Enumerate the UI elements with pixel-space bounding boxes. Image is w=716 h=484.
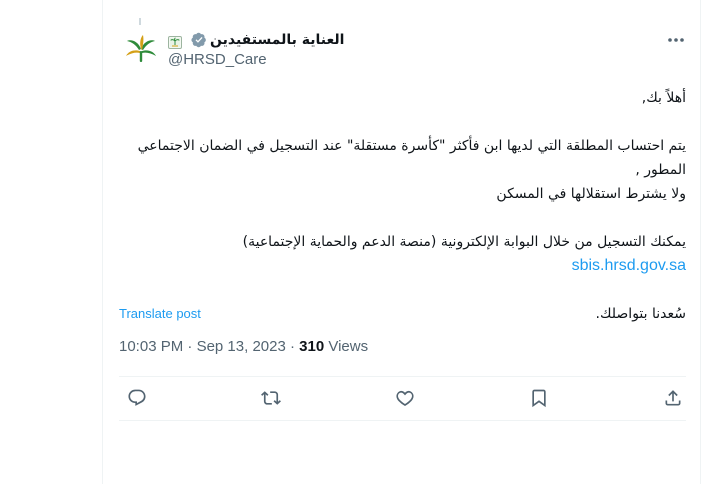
verified-badge-icon[interactable]	[191, 32, 207, 48]
heart-icon[interactable]	[393, 386, 417, 410]
tweet-closing: سُعدنا بتواصلك.	[595, 306, 686, 322]
hrsd-logo-icon	[126, 35, 156, 62]
meta-separator-1: ·	[187, 338, 193, 355]
avatar[interactable]	[121, 30, 161, 70]
action-bar	[119, 377, 686, 419]
meta-separator-2: ·	[289, 338, 295, 355]
tweet-paragraph1-line2: ولا يشترط استقلالها في المسكن	[496, 186, 686, 202]
author-handle[interactable]: @HRSD_Care	[168, 51, 267, 68]
tweet-column: العناية بالمستفيدين @HRSD_Care أهلاً بك,…	[102, 0, 701, 484]
tweet-greeting: أهلاً بك,	[641, 90, 686, 106]
thread-line	[139, 18, 141, 25]
bookmark-icon[interactable]	[527, 386, 551, 410]
tweet-link[interactable]: sbis.hrsd.gov.sa	[572, 257, 686, 274]
tweet-paragraph2-line1: يمكنك التسجيل من خلال البوابة الإلكتروني…	[242, 234, 686, 250]
tweet-meta: 10:03 PM · Sep 13, 2023 · 310 Views	[119, 338, 368, 355]
tweet-time[interactable]: 10:03 PM	[119, 338, 183, 355]
views-count: 310	[299, 338, 325, 355]
palm-tree-flag-icon	[168, 34, 182, 49]
share-icon[interactable]	[661, 386, 685, 410]
tweet-text: أهلاً بك, يتم احتساب المطلقة التي لديها …	[119, 86, 686, 326]
translate-post-link[interactable]: Translate post	[119, 306, 201, 321]
reply-icon[interactable]	[125, 386, 149, 410]
repost-icon[interactable]	[259, 386, 283, 410]
more-horizontal-icon[interactable]	[664, 30, 688, 50]
author-header: العناية بالمستفيدين @HRSD_Care	[168, 30, 508, 74]
page: العناية بالمستفيدين @HRSD_Care أهلاً بك,…	[0, 0, 716, 484]
author-name-row[interactable]: العناية بالمستفيدين	[168, 30, 344, 50]
tweet-date[interactable]: Sep 13, 2023	[197, 338, 286, 355]
tweet-paragraph1-line1: يتم احتساب المطلقة التي لديها ابن فأكثر …	[137, 138, 686, 178]
divider-bottom	[119, 420, 686, 421]
views-label: Views	[328, 338, 369, 355]
author-display-name[interactable]: العناية بالمستفيدين	[210, 32, 344, 48]
